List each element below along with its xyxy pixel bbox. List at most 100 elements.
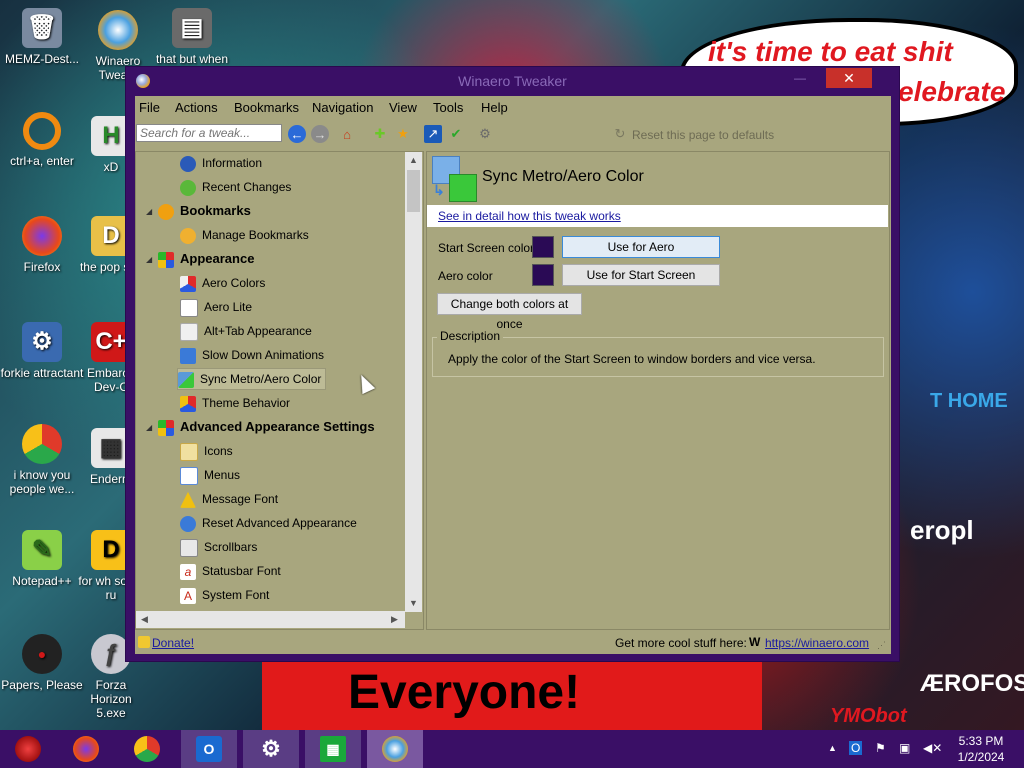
tree-item-message-font[interactable]: Message Font [180, 489, 278, 509]
tree-group-advanced-appearance[interactable]: Advanced Appearance Settings [158, 417, 375, 437]
scroll-right-icon[interactable]: ▶ [391, 614, 398, 625]
taskbar-outlook[interactable]: O [181, 730, 237, 768]
tree-item-sync-metro-aero[interactable]: Sync Metro/Aero Color [177, 368, 327, 390]
scroll-down-icon[interactable]: ▼ [409, 598, 418, 608]
menu-actions[interactable]: Actions [175, 100, 218, 115]
tree-item-slow-animations[interactable]: Slow Down Animations [180, 345, 324, 365]
tree-item-theme-behavior[interactable]: Theme Behavior [180, 393, 290, 413]
desktop-icon-memz[interactable]: 🗑 MEMZ-Dest... [0, 8, 84, 66]
start-screen-color-swatch[interactable] [532, 236, 554, 258]
clock-time: 5:33 PM [958, 734, 1004, 748]
forward-icon[interactable]: → [311, 125, 329, 143]
store-icon: ▦ [320, 736, 346, 762]
firefox-icon [22, 216, 62, 256]
aero-color-label: Aero color [438, 269, 493, 283]
menus-icon [180, 466, 198, 485]
add-bookmark-icon[interactable]: ✚ [371, 125, 389, 143]
taskbar-clock[interactable]: 5:33 PM 1/2/2024 [950, 733, 1012, 765]
tree-item-aero-colors[interactable]: Aero Colors [180, 273, 265, 293]
aero-color-swatch[interactable] [532, 264, 554, 286]
taskbar-settings[interactable]: ⚙ [243, 730, 299, 768]
start-button[interactable] [0, 730, 56, 768]
tree-item-menus[interactable]: Menus [180, 465, 240, 485]
menu-help[interactable]: Help [481, 100, 508, 115]
collapse-arrow-icon[interactable]: ◢ [146, 255, 152, 264]
tree-item-statusbar-font[interactable]: a Statusbar Font [180, 561, 281, 581]
search-input[interactable] [136, 124, 282, 142]
network-icon[interactable]: ▣ [899, 741, 910, 755]
scroll-up-icon[interactable]: ▲ [409, 155, 418, 165]
reset-page-button[interactable]: Reset this page to defaults [632, 128, 774, 142]
tree-group-appearance[interactable]: Appearance [158, 249, 254, 269]
tree-item-alt-tab[interactable]: Alt+Tab Appearance [180, 321, 312, 341]
tweak-panel: ↳ Sync Metro/Aero Color See in detail ho… [426, 151, 890, 630]
desktop-icon-label: Papers, Please [1, 678, 83, 692]
tree-item-icons[interactable]: Icons [180, 441, 233, 461]
taskbar-chrome[interactable] [119, 730, 175, 768]
resize-grip-icon[interactable]: ⋰ [877, 640, 886, 651]
desktop-icon-papers-please[interactable]: ● Papers, Please [0, 634, 84, 692]
desktop-icon-ring[interactable]: ctrl+a, enter [0, 112, 84, 168]
tray-outlook-icon[interactable]: O [849, 741, 863, 755]
scroll-thumb[interactable] [407, 170, 420, 212]
desktop-icon-label: i know you people we... [9, 468, 75, 496]
icons-icon [180, 442, 198, 461]
detail-link-strip: See in detail how this tweak works [427, 205, 888, 227]
bookmark-star-icon [158, 203, 174, 220]
desktop-icon-notepadpp[interactable]: ✎ Notepad++ [0, 530, 84, 588]
taskbar-firefox[interactable] [58, 730, 114, 768]
tree-horizontal-scrollbar[interactable]: ◀ ▶ [136, 611, 405, 628]
desktop-icon-label: xD [103, 160, 119, 174]
shortcut-icon[interactable]: ↗ [424, 125, 442, 143]
scroll-left-icon[interactable]: ◀ [141, 614, 148, 625]
chrome-icon [22, 424, 62, 464]
recycle-bin-icon: 🗑 [22, 8, 62, 48]
window-title: Winaero Tweaker [458, 73, 567, 89]
desktop-icon-chrome[interactable]: i know you people we... [0, 424, 84, 496]
tree-item-aero-lite[interactable]: Aero Lite [180, 297, 252, 317]
see-detail-link[interactable]: See in detail how this tweak works [438, 209, 621, 223]
wallpaper-sign-text: YMObot [830, 705, 907, 727]
minimize-button[interactable]: — [786, 68, 814, 88]
apply-check-icon[interactable]: ✔ [447, 125, 465, 143]
title-bar[interactable]: Winaero Tweaker — ☐ ✕ [126, 67, 899, 95]
winaero-url-link[interactable]: https://winaero.com [765, 636, 869, 650]
tree-group-bookmarks[interactable]: Bookmarks [158, 201, 251, 221]
menu-navigation[interactable]: Navigation [312, 100, 373, 115]
home-icon[interactable]: ⌂ [338, 125, 356, 143]
menu-bookmarks[interactable]: Bookmarks [234, 100, 299, 115]
collapse-arrow-icon[interactable]: ◢ [146, 207, 152, 216]
taskbar-store[interactable]: ▦ [305, 730, 361, 768]
desktop-icon-firefox[interactable]: Firefox [0, 216, 84, 274]
taskbar-winaero[interactable] [367, 730, 423, 768]
papers-icon: ● [22, 634, 62, 674]
start-orb-icon [15, 736, 41, 762]
volume-muted-icon[interactable]: ◀✕ [923, 741, 942, 755]
collapse-arrow-icon[interactable]: ◢ [146, 423, 152, 432]
use-for-start-screen-button[interactable]: Use for Start Screen [562, 264, 720, 286]
settings-gear-icon[interactable]: ⚙ [476, 125, 494, 143]
clock-date: 1/2/2024 [957, 750, 1005, 764]
desktop-icon-forkie[interactable]: ⚙ forkie attractant [0, 322, 84, 380]
tree-item-system-font[interactable]: A System Font [180, 585, 269, 605]
desktop-icon-folder-stack[interactable]: ▤ that but when [150, 8, 234, 66]
close-button[interactable]: ✕ [826, 68, 872, 88]
tree-item-scrollbars[interactable]: Scrollbars [180, 537, 257, 557]
tray-overflow-icon[interactable]: ▲ [828, 743, 837, 753]
tree-item-manage-bookmarks[interactable]: Manage Bookmarks [180, 225, 309, 245]
menu-tools[interactable]: Tools [433, 100, 463, 115]
action-center-flag-icon[interactable]: ⚑ [875, 741, 886, 755]
tree-item-reset-advanced[interactable]: Reset Advanced Appearance [180, 513, 357, 533]
settings-monitor-icon: ⚙ [22, 322, 62, 362]
sync-arrow-icon: ↳ [433, 182, 445, 198]
use-for-aero-button[interactable]: Use for Aero [562, 236, 720, 258]
tree-item-information[interactable]: Information [180, 153, 262, 173]
back-icon[interactable]: ← [288, 125, 306, 143]
tree-item-recent-changes[interactable]: Recent Changes [180, 177, 291, 197]
tree-vertical-scrollbar[interactable]: ▲ ▼ [405, 152, 422, 612]
menu-file[interactable]: File [139, 100, 160, 115]
bookmark-star-icon[interactable]: ★ [394, 125, 412, 143]
donate-link[interactable]: Donate! [152, 636, 194, 650]
menu-view[interactable]: View [389, 100, 417, 115]
change-both-colors-button[interactable]: Change both colors at once [437, 293, 582, 331]
